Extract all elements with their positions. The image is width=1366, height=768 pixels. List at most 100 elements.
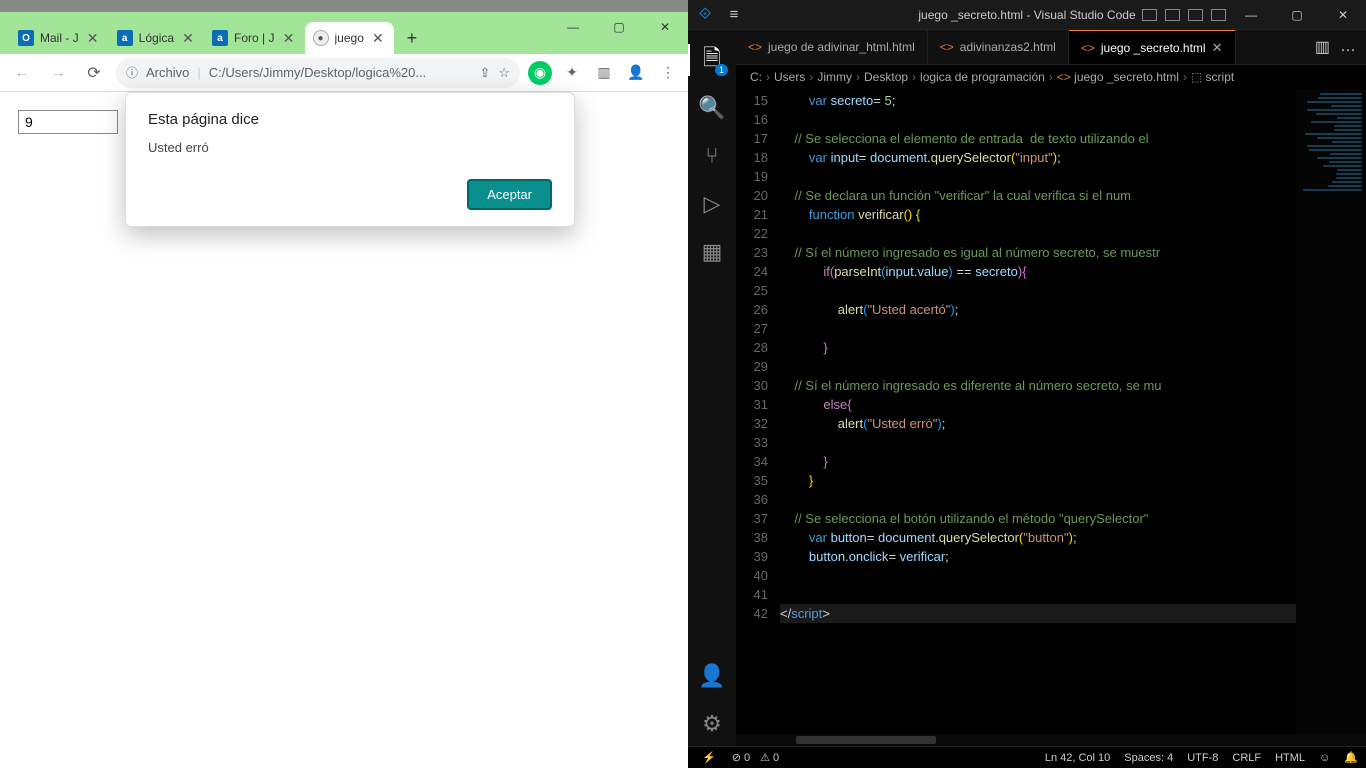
app-menu-button[interactable]: ≡ [722, 6, 746, 23]
breadcrumb-segment[interactable]: logica de programación [920, 70, 1045, 84]
vs-close-button[interactable]: ✕ [1320, 0, 1366, 30]
tab-close-icon[interactable]: ✕ [85, 30, 101, 47]
breadcrumb-segment[interactable]: Users [774, 70, 805, 84]
code-line[interactable]: button.onclick= verificar; [780, 547, 1296, 566]
code-line[interactable]: alert("Usted acertó"); [780, 300, 1296, 319]
code-line[interactable] [780, 319, 1296, 338]
new-tab-button[interactable]: + [398, 24, 426, 52]
line-number: 38 [736, 528, 768, 547]
activity-extensions-icon[interactable]: ▦ [688, 230, 736, 274]
breadcrumb-segment[interactable]: Jimmy [817, 70, 852, 84]
activity-explorer-icon[interactable]: 🗎1 [688, 38, 736, 82]
vs-maximize-button[interactable]: ▢ [1274, 0, 1320, 30]
alert-ok-button[interactable]: Aceptar [467, 179, 552, 210]
customize-layout-icon[interactable] [1211, 9, 1226, 21]
activity-run-icon[interactable]: ▷ [688, 182, 736, 226]
profile-avatar-icon[interactable]: 👤 [624, 61, 648, 85]
back-button[interactable]: ← [8, 59, 36, 87]
close-button[interactable]: ✕ [642, 12, 688, 42]
editor-tab[interactable]: <>juego _secreto.html✕ [1069, 30, 1236, 64]
code-line[interactable] [780, 357, 1296, 376]
code-line[interactable] [780, 281, 1296, 300]
code-line[interactable]: alert("Usted erró"); [780, 414, 1296, 433]
maximize-button[interactable]: ▢ [596, 12, 642, 42]
browser-tab[interactable]: aLógica✕ [109, 22, 204, 54]
code-line[interactable] [780, 224, 1296, 243]
code-line[interactable]: if(parseInt(input.value) == secreto){ [780, 262, 1296, 281]
code-line[interactable]: else{ [780, 395, 1296, 414]
tab-close-icon[interactable]: ✕ [281, 30, 297, 47]
code-line[interactable] [780, 585, 1296, 604]
chrome-menu-icon[interactable]: ⋮ [656, 61, 680, 85]
code-line[interactable] [780, 110, 1296, 129]
code-line[interactable]: } [780, 452, 1296, 471]
errors-count[interactable]: ⊘ 0 [732, 751, 750, 764]
browser-tab[interactable]: aForo | J✕ [204, 22, 304, 54]
cursor-position[interactable]: Ln 42, Col 10 [1045, 752, 1110, 764]
grammarly-extension-icon[interactable]: ◉ [528, 61, 552, 85]
activity-settings-icon[interactable]: ⚙ [688, 702, 736, 746]
breadcrumb-segment[interactable]: C: [750, 70, 762, 84]
scrollbar-thumb[interactable] [796, 736, 936, 744]
code-line[interactable] [780, 167, 1296, 186]
breadcrumbs[interactable]: C:›Users›Jimmy›Desktop›logica de program… [736, 65, 1366, 89]
code-line[interactable] [780, 566, 1296, 585]
breadcrumb-segment[interactable]: Desktop [864, 70, 908, 84]
breadcrumb-segment[interactable]: <> juego _secreto.html [1057, 70, 1179, 84]
browser-tab[interactable]: ●juego✕ [305, 22, 394, 54]
breadcrumb-segment[interactable]: ⬚ script [1191, 70, 1234, 84]
editor-tab[interactable]: <>adivinanzas2.html [928, 30, 1069, 64]
indent-setting[interactable]: Spaces: 4 [1124, 752, 1173, 764]
reload-button[interactable]: ⟳ [80, 59, 108, 87]
encoding[interactable]: UTF-8 [1187, 752, 1218, 764]
layout-control-icons[interactable] [1142, 9, 1226, 21]
eol[interactable]: CRLF [1232, 752, 1261, 764]
code-line[interactable]: function verificar() { [780, 205, 1296, 224]
language-mode[interactable]: HTML [1275, 752, 1305, 764]
code-line[interactable]: // Se selecciona el botón utilizando el … [780, 509, 1296, 528]
extensions-icon[interactable]: ✦ [560, 61, 584, 85]
site-info-icon[interactable]: ⓘ [126, 64, 138, 81]
activity-account-icon[interactable]: 👤 [688, 654, 736, 698]
split-editor-icon[interactable]: ▥ [1315, 37, 1330, 57]
feedback-icon[interactable]: ☺ [1319, 752, 1330, 764]
code-content[interactable]: var secreto= 5; // Se selecciona el elem… [780, 89, 1296, 734]
code-line[interactable] [780, 490, 1296, 509]
more-actions-icon[interactable]: … [1340, 38, 1356, 56]
side-panel-icon[interactable]: ▥ [592, 61, 616, 85]
code-line[interactable]: var input= document.querySelector("input… [780, 148, 1296, 167]
tab-close-icon[interactable]: ✕ [180, 30, 196, 47]
warnings-count[interactable]: ⚠ 0 [760, 751, 779, 764]
code-line[interactable]: // Se declara un función "verificar" la … [780, 186, 1296, 205]
editor-tab[interactable]: <>juego de adivinar_html.html [736, 30, 928, 64]
minimap[interactable] [1296, 89, 1366, 734]
code-line[interactable]: } [780, 471, 1296, 490]
code-line[interactable] [780, 433, 1296, 452]
toggle-panel-right-icon[interactable] [1188, 9, 1203, 21]
activity-search-icon[interactable]: 🔍 [688, 86, 736, 130]
bookmark-star-icon[interactable]: ☆ [498, 65, 510, 81]
code-line[interactable]: // Sí el número ingresado es igual al nú… [780, 243, 1296, 262]
tab-close-icon[interactable]: ✕ [1212, 40, 1223, 56]
horizontal-scrollbar[interactable] [736, 734, 1366, 746]
code-line[interactable]: </script> [780, 604, 1296, 623]
forward-button[interactable]: → [44, 59, 72, 87]
browser-tab[interactable]: OMail - J✕ [10, 22, 109, 54]
code-editor[interactable]: 1516171819202122232425262728293031323334… [736, 89, 1366, 734]
code-line[interactable]: } [780, 338, 1296, 357]
code-line[interactable]: var button= document.querySelector("butt… [780, 528, 1296, 547]
activity-scm-icon[interactable]: ⑂ [688, 134, 736, 178]
toggle-panel-bottom-icon[interactable] [1165, 9, 1180, 21]
code-line[interactable]: // Se selecciona el elemento de entrada … [780, 129, 1296, 148]
guess-input[interactable] [18, 110, 118, 134]
vs-minimize-button[interactable]: — [1228, 0, 1274, 30]
code-line[interactable]: // Sí el número ingresado es diferente a… [780, 376, 1296, 395]
share-icon[interactable]: ⇪ [479, 65, 490, 81]
minimize-button[interactable]: — [550, 12, 596, 42]
address-bar[interactable]: ⓘ Archivo | C:/Users/Jimmy/Desktop/logic… [116, 58, 520, 88]
code-line[interactable]: var secreto= 5; [780, 91, 1296, 110]
tab-close-icon[interactable]: ✕ [370, 30, 386, 47]
toggle-panel-left-icon[interactable] [1142, 9, 1157, 21]
notifications-bell-icon[interactable]: 🔔 [1344, 751, 1358, 764]
remote-indicator-icon[interactable]: ⚡ [696, 749, 722, 766]
